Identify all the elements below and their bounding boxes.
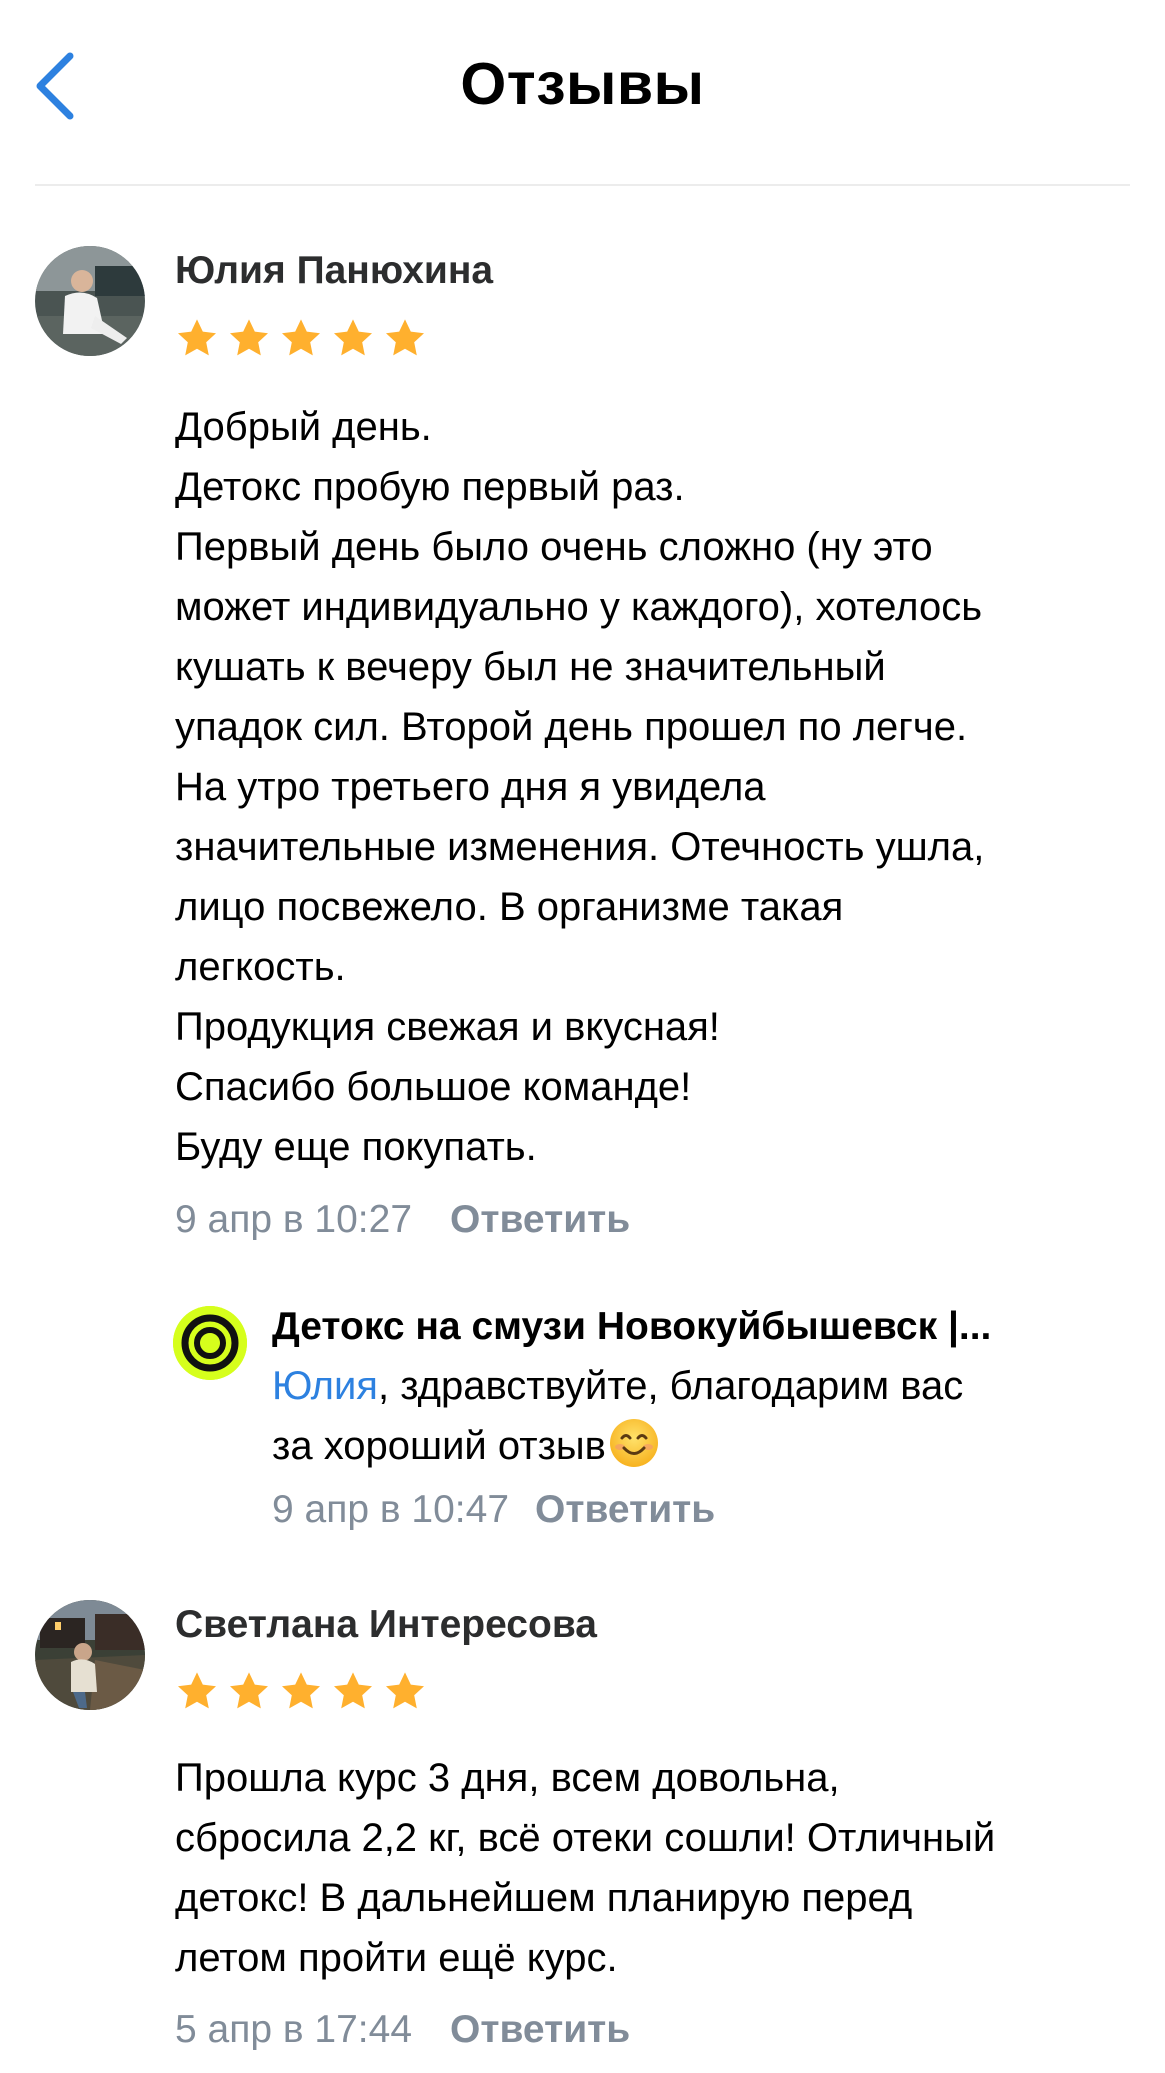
- reply-text-part: , здравствуйте, благодарим вас: [377, 1364, 964, 1408]
- review-date: 9 апр в 10:27: [175, 1198, 413, 1241]
- review-text-line: кушать к вечеру был не значительный: [175, 645, 886, 689]
- star-icon: [230, 1672, 268, 1709]
- star-icon: [282, 1672, 320, 1709]
- review-text-line: упадок сил. Второй день прошел по легче.: [175, 705, 968, 749]
- star-icon: [230, 319, 268, 356]
- star-icon: [334, 319, 372, 356]
- reply-button[interactable]: Ответить: [535, 1488, 715, 1531]
- star-icon: [282, 319, 320, 356]
- header-divider: [35, 184, 1130, 186]
- review-text-line: детокс! В дальнейшем планирую перед: [175, 1876, 913, 1920]
- review-text-line: может индивидуально у каждого), хотелось: [175, 585, 983, 629]
- avatar[interactable]: [35, 1600, 145, 1710]
- review-text-line: Первый день было очень сложно (ну это: [175, 525, 933, 569]
- avatar[interactable]: [35, 246, 145, 356]
- reply-text-part: за хороший отзыв: [272, 1424, 606, 1468]
- navigation-bar: Отзывы: [0, 0, 1165, 186]
- reply-text-line: Юлия, здравствуйте, благодарим вас: [272, 1356, 1132, 1416]
- reply-date: 9 апр в 10:47: [272, 1488, 510, 1531]
- review-text-line: легкость.: [175, 945, 346, 989]
- star-icon: [386, 1672, 424, 1709]
- review-date: 5 апр в 17:44: [175, 2008, 413, 2051]
- review-text-line: летом пройти ещё курс.: [175, 1936, 618, 1980]
- review-text-line: Добрый день.: [175, 405, 432, 449]
- review-text: Добрый день. Детокс пробую первый раз. П…: [175, 397, 1135, 1177]
- star-icon: [178, 1672, 216, 1709]
- brand-logo-icon: [173, 1306, 247, 1380]
- reply-text: Юлия, здравствуйте, благодарим вас за хо…: [272, 1356, 1132, 1476]
- review-author[interactable]: Юлия Панюхина: [175, 249, 493, 293]
- smiling-face-emoji-icon: [609, 1419, 658, 1467]
- mention-link[interactable]: Юлия: [272, 1364, 378, 1408]
- rating-stars: [173, 1668, 429, 1716]
- reply-button[interactable]: Ответить: [450, 2008, 630, 2051]
- review-author[interactable]: Светлана Интересова: [175, 1603, 597, 1647]
- review-text-line: лицо посвежело. В организме такая: [175, 885, 844, 929]
- reply-button[interactable]: Ответить: [450, 1198, 630, 1241]
- review-text-line: Спасибо большое команде!: [175, 1065, 692, 1109]
- review-text-line: значительные изменения. Отечность ушла,: [175, 825, 985, 869]
- review-text-line: сбросила 2,2 кг, всё отеки сошли! Отличн…: [175, 1816, 996, 1860]
- reply-text-line: за хороший отзыв: [272, 1416, 1132, 1476]
- review-text-line: Буду еще покупать.: [175, 1125, 537, 1169]
- star-icon: [334, 1672, 372, 1709]
- review-meta: 9 апр в 10:27 Ответить: [175, 1198, 630, 1242]
- review-text-line: На утро третьего дня я увидела: [175, 765, 766, 809]
- review-text-line: Детокс пробую первый раз.: [175, 465, 685, 509]
- reply-meta: 9 апр в 10:47 Ответить: [272, 1488, 715, 1532]
- reply-author[interactable]: Детокс на смузи Новокуйбышевск |...: [272, 1305, 991, 1349]
- review-meta: 5 апр в 17:44 Ответить: [175, 2008, 630, 2052]
- review-text: Прошла курс 3 дня, всем довольна, сброси…: [175, 1748, 1135, 1988]
- star-icon: [178, 319, 216, 356]
- review-text-line: Прошла курс 3 дня, всем довольна,: [175, 1756, 840, 1800]
- page-title: Отзывы: [460, 51, 705, 117]
- community-avatar[interactable]: [173, 1306, 247, 1380]
- review-text-line: Продукция свежая и вкусная!: [175, 1005, 720, 1049]
- rating-stars: [173, 315, 429, 363]
- star-icon: [386, 319, 424, 356]
